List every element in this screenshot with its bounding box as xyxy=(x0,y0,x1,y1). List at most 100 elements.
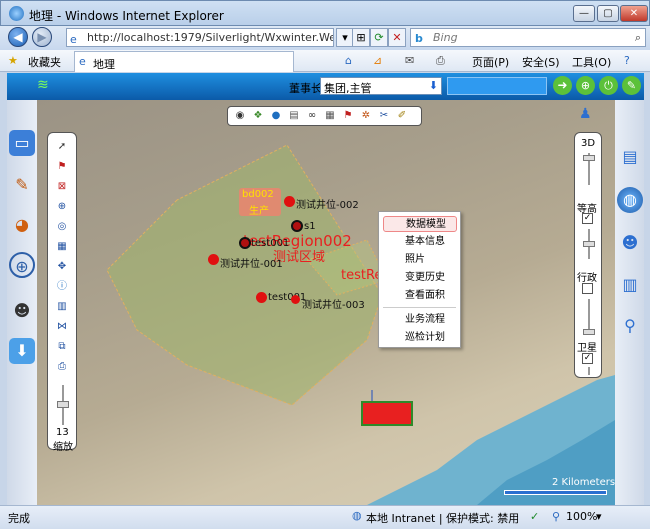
print-icon[interactable]: ⎙ xyxy=(436,54,445,68)
stop-icon[interactable]: ✕ xyxy=(388,28,406,47)
search-icon[interactable]: ⌕ xyxy=(635,29,641,46)
back-button[interactable]: ◀ xyxy=(8,27,28,47)
menu-item-change-history[interactable]: 变更历史 xyxy=(383,270,457,286)
search-placeholder: Bing xyxy=(433,31,458,44)
tab-geography[interactable]: e 地理 xyxy=(74,51,294,72)
close-button[interactable]: ✕ xyxy=(620,5,648,22)
globe-circle-icon[interactable]: ⊕ xyxy=(576,76,595,95)
zoom-dropdown-icon[interactable]: ▾ xyxy=(596,510,602,523)
selected-feature-box[interactable] xyxy=(361,401,413,426)
tools-icon[interactable]: ✂ xyxy=(377,109,391,123)
favorites-star-icon[interactable]: ★ xyxy=(8,54,18,67)
role-select[interactable]: 集团,主管 ⬇ xyxy=(320,77,442,95)
info-icon[interactable]: ⓘ xyxy=(55,280,69,294)
contour-checkbox[interactable]: ✓ xyxy=(582,213,593,224)
window-title: 地理 - Windows Internet Explorer xyxy=(29,9,224,23)
building-icon[interactable]: ▥ xyxy=(55,300,69,314)
home-icon[interactable]: ⌂ xyxy=(345,54,352,67)
globe-icon[interactable]: ● xyxy=(269,109,283,123)
power-icon[interactable]: ⏻ xyxy=(599,76,618,95)
earth-icon[interactable]: ◍ xyxy=(617,187,643,213)
users-icon[interactable]: ☻ xyxy=(617,230,643,256)
minimize-button[interactable]: — xyxy=(573,5,595,22)
menu-item-data-model[interactable]: 数据模型 xyxy=(383,216,457,232)
menu-item-inspection-plan[interactable]: 巡检计划 xyxy=(383,330,457,346)
zoom-slider-thumb[interactable] xyxy=(57,401,69,408)
edit-circle-icon[interactable]: ✎ xyxy=(622,76,641,95)
zoom-value: 13 xyxy=(56,427,69,438)
print-map-icon[interactable]: ⎙ xyxy=(55,360,69,374)
mail-icon[interactable]: ✉ xyxy=(405,54,414,67)
marker-well-002[interactable] xyxy=(284,196,295,207)
marker-well-003[interactable] xyxy=(291,295,300,304)
slider-admin-thumb[interactable] xyxy=(583,329,595,335)
bing-icon: b xyxy=(415,32,423,45)
menu-tools[interactable]: 工具(O) xyxy=(572,54,611,70)
download-icon[interactable]: ⬇ xyxy=(9,338,35,364)
satellite-checkbox[interactable]: ✓ xyxy=(582,353,593,364)
remove-icon[interactable]: ⊠ xyxy=(55,180,69,194)
refresh-icon[interactable]: ⟳ xyxy=(370,28,388,47)
eye-icon[interactable]: ◉ xyxy=(233,109,247,123)
select-icon[interactable]: ➚ xyxy=(55,140,69,154)
bd-label-name: bd002 xyxy=(242,189,274,200)
slider-satellite-track[interactable] xyxy=(588,367,590,375)
pin-icon[interactable]: ♟ xyxy=(579,106,592,122)
compat-view-icon[interactable]: ⊞ xyxy=(352,28,370,47)
menu-item-view-area[interactable]: 查看面积 xyxy=(383,288,457,304)
zoom-level[interactable]: 100% xyxy=(566,510,597,523)
bar-chart-icon[interactable]: ▥ xyxy=(617,272,643,298)
forward-button[interactable]: ▶ xyxy=(32,27,52,47)
binoculars-icon[interactable]: ∞ xyxy=(305,109,319,123)
target-icon[interactable]: ⊕ xyxy=(9,252,35,278)
table-icon[interactable]: ▦ xyxy=(323,109,337,123)
marker-test001-b[interactable] xyxy=(256,292,267,303)
admin-checkbox[interactable] xyxy=(582,283,593,294)
marker-s1[interactable] xyxy=(291,220,303,232)
grid-icon[interactable]: ▦ xyxy=(55,240,69,254)
note-icon[interactable]: ✐ xyxy=(395,109,409,123)
favorites-bar: ★ 收藏夹 e 地理 ⌂ ⊿ ✉ ⎙ 页面(P) 安全(S) 工具(O) ? xyxy=(0,50,650,72)
settings-icon[interactable]: ✲ xyxy=(359,109,373,123)
document-icon[interactable]: ▤ xyxy=(287,109,301,123)
slider-contour-thumb[interactable] xyxy=(583,241,595,247)
slider-admin-track[interactable] xyxy=(588,299,590,329)
pan-icon[interactable]: ✥ xyxy=(55,260,69,274)
address-input[interactable]: e http://localhost:1979/Silverlight/Wxwi… xyxy=(66,28,334,47)
role-dropdown-icon[interactable]: ⬇ xyxy=(429,79,438,92)
role-value: 集团,主管 xyxy=(324,82,372,95)
network-icon[interactable]: ⋈ xyxy=(55,320,69,334)
layers-icon[interactable]: ❖ xyxy=(251,109,265,123)
forward-circle-icon[interactable]: ➜ xyxy=(553,76,572,95)
circle-icon[interactable]: ◎ xyxy=(55,220,69,234)
search-box[interactable] xyxy=(447,77,547,95)
zoom-icon[interactable]: ⚲ xyxy=(552,510,560,523)
menu-item-workflow[interactable]: 业务流程 xyxy=(383,312,457,328)
palette-icon[interactable]: ◕ xyxy=(9,212,35,238)
maximize-button[interactable]: ▢ xyxy=(597,5,619,22)
chart-icon[interactable]: ▤ xyxy=(617,144,643,170)
flag-icon[interactable]: ⚑ xyxy=(341,109,355,123)
brush-icon[interactable]: ✎ xyxy=(9,172,35,198)
map-view[interactable]: ◉ ❖ ● ▤ ∞ ▦ ⚑ ✲ ✂ ✐ ➚ ⚑ ⊠ ⊕ ◎ ▦ ✥ ⓘ ▥ ⋈ … xyxy=(37,100,615,505)
extent-icon[interactable]: ⧉ xyxy=(55,340,69,354)
bd-label-box[interactable]: bd002 生产 xyxy=(239,188,281,217)
menu-item-basic-info[interactable]: 基本信息 xyxy=(383,234,457,250)
magnifier-icon[interactable]: ⚲ xyxy=(617,313,643,339)
search-input[interactable]: b Bing ⌕ xyxy=(410,28,646,47)
user-search-icon[interactable]: ☻ xyxy=(9,298,35,324)
zoom-in-icon[interactable]: ⊕ xyxy=(55,200,69,214)
security-icon[interactable]: ✓ xyxy=(530,510,539,523)
menu-item-photos[interactable]: 照片 xyxy=(383,252,457,268)
monitor-icon[interactable]: ▭ xyxy=(9,130,35,156)
marker-well-001[interactable] xyxy=(208,254,219,265)
favorites-label[interactable]: 收藏夹 xyxy=(28,54,61,70)
menu-page[interactable]: 页面(P) xyxy=(472,54,509,70)
help-icon[interactable]: ? xyxy=(624,54,630,67)
feeds-icon[interactable]: ⊿ xyxy=(373,54,382,67)
menu-safety[interactable]: 安全(S) xyxy=(522,54,560,70)
marker-label: s1 xyxy=(304,221,316,232)
marker-test001[interactable] xyxy=(239,237,251,249)
marker-flag-icon[interactable]: ⚑ xyxy=(55,160,69,174)
slider-3d-thumb[interactable] xyxy=(583,155,595,161)
